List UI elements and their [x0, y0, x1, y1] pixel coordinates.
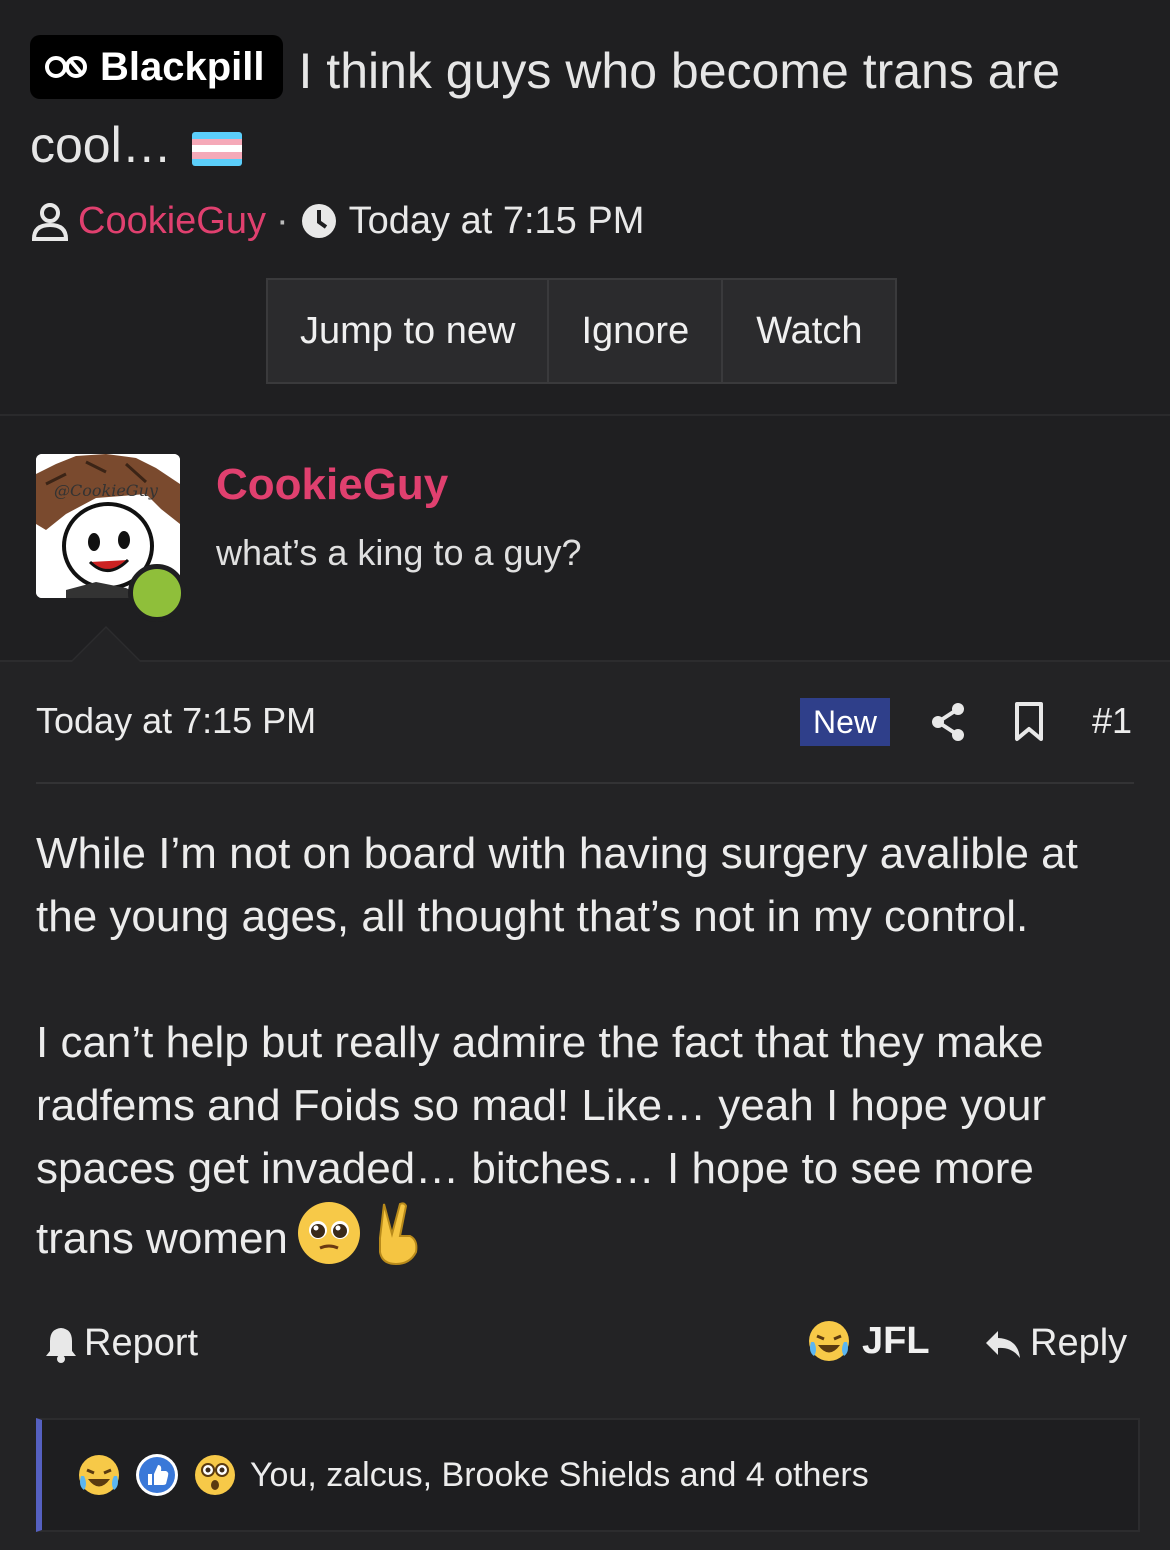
report-button[interactable]: Report: [44, 1322, 198, 1365]
post-body: While I’m not on board with having surge…: [36, 822, 1136, 1283]
prefix-label: Blackpill: [100, 45, 265, 89]
share-icon[interactable]: [930, 702, 966, 742]
pill-icon: [45, 56, 87, 78]
trans-flag-icon: [191, 131, 242, 166]
bell-icon: [46, 1327, 76, 1363]
online-status-indicator: [128, 564, 186, 622]
prefix-badge[interactable]: Blackpill: [30, 35, 283, 99]
post-user-block: @CookieGuy CookieGuy what’s a king to a …: [0, 416, 1170, 660]
clock-icon: [301, 204, 336, 238]
user-icon: [31, 203, 69, 241]
thumbs-up-icon: [136, 1454, 178, 1496]
astonished-icon: [195, 1455, 235, 1495]
post-paragraph-1: While I’m not on board with having surge…: [36, 829, 1078, 941]
post-paragraph-2-text: I can’t help but really admire the fact …: [36, 1018, 1047, 1264]
reply-button[interactable]: Reply: [984, 1322, 1127, 1365]
watch-button[interactable]: Watch: [723, 280, 896, 382]
user-title: what’s a king to a guy?: [216, 532, 582, 573]
reaction-label: JFL: [862, 1319, 930, 1362]
jump-to-new-button[interactable]: Jump to new: [268, 280, 550, 382]
reactions-summary[interactable]: You, zalcus, Brooke Shields and 4 others: [250, 1456, 869, 1495]
speech-arrow: [72, 628, 140, 662]
report-label: Report: [84, 1322, 199, 1364]
post-paragraph-2: I can’t help but really admire the fact …: [36, 1011, 1136, 1283]
thread-action-buttons: Jump to new Ignore Watch: [266, 278, 898, 384]
reply-label: Reply: [1030, 1322, 1128, 1364]
reaction-icons: [76, 1452, 250, 1498]
post-timestamp[interactable]: Today at 7:15 PM: [36, 700, 316, 742]
crying-laughing-icon: [809, 1321, 849, 1361]
thread-meta: CookieGuy · Today at 7:15 PM: [30, 196, 644, 246]
reply-arrow-icon: [986, 1330, 1020, 1358]
post: Today at 7:15 PM New #1 While I’m not on…: [0, 626, 1170, 1550]
victory-hand-icon: [370, 1200, 424, 1283]
post-username[interactable]: CookieGuy: [216, 460, 448, 510]
post-number[interactable]: #1: [1092, 700, 1132, 742]
new-badge: New: [800, 698, 890, 746]
post-divider: [36, 782, 1134, 784]
meta-separator: ·: [275, 200, 289, 242]
reactions-bar[interactable]: You, zalcus, Brooke Shields and 4 others: [36, 1418, 1140, 1532]
thread-header: Blackpill I think guys who become trans a…: [0, 0, 1170, 416]
reaction-button[interactable]: JFL: [806, 1318, 930, 1364]
bookmark-icon[interactable]: [1014, 702, 1044, 742]
pleading-face-icon: [296, 1200, 362, 1283]
thread-timestamp[interactable]: Today at 7:15 PM: [349, 196, 645, 246]
thread-author-link[interactable]: CookieGuy: [78, 196, 266, 246]
avatar-signature: @CookieGuy: [54, 481, 159, 500]
ignore-button[interactable]: Ignore: [549, 280, 724, 382]
crying-laughing-icon: [79, 1455, 119, 1495]
thread-title: Blackpill I think guys who become trans a…: [30, 34, 1140, 182]
